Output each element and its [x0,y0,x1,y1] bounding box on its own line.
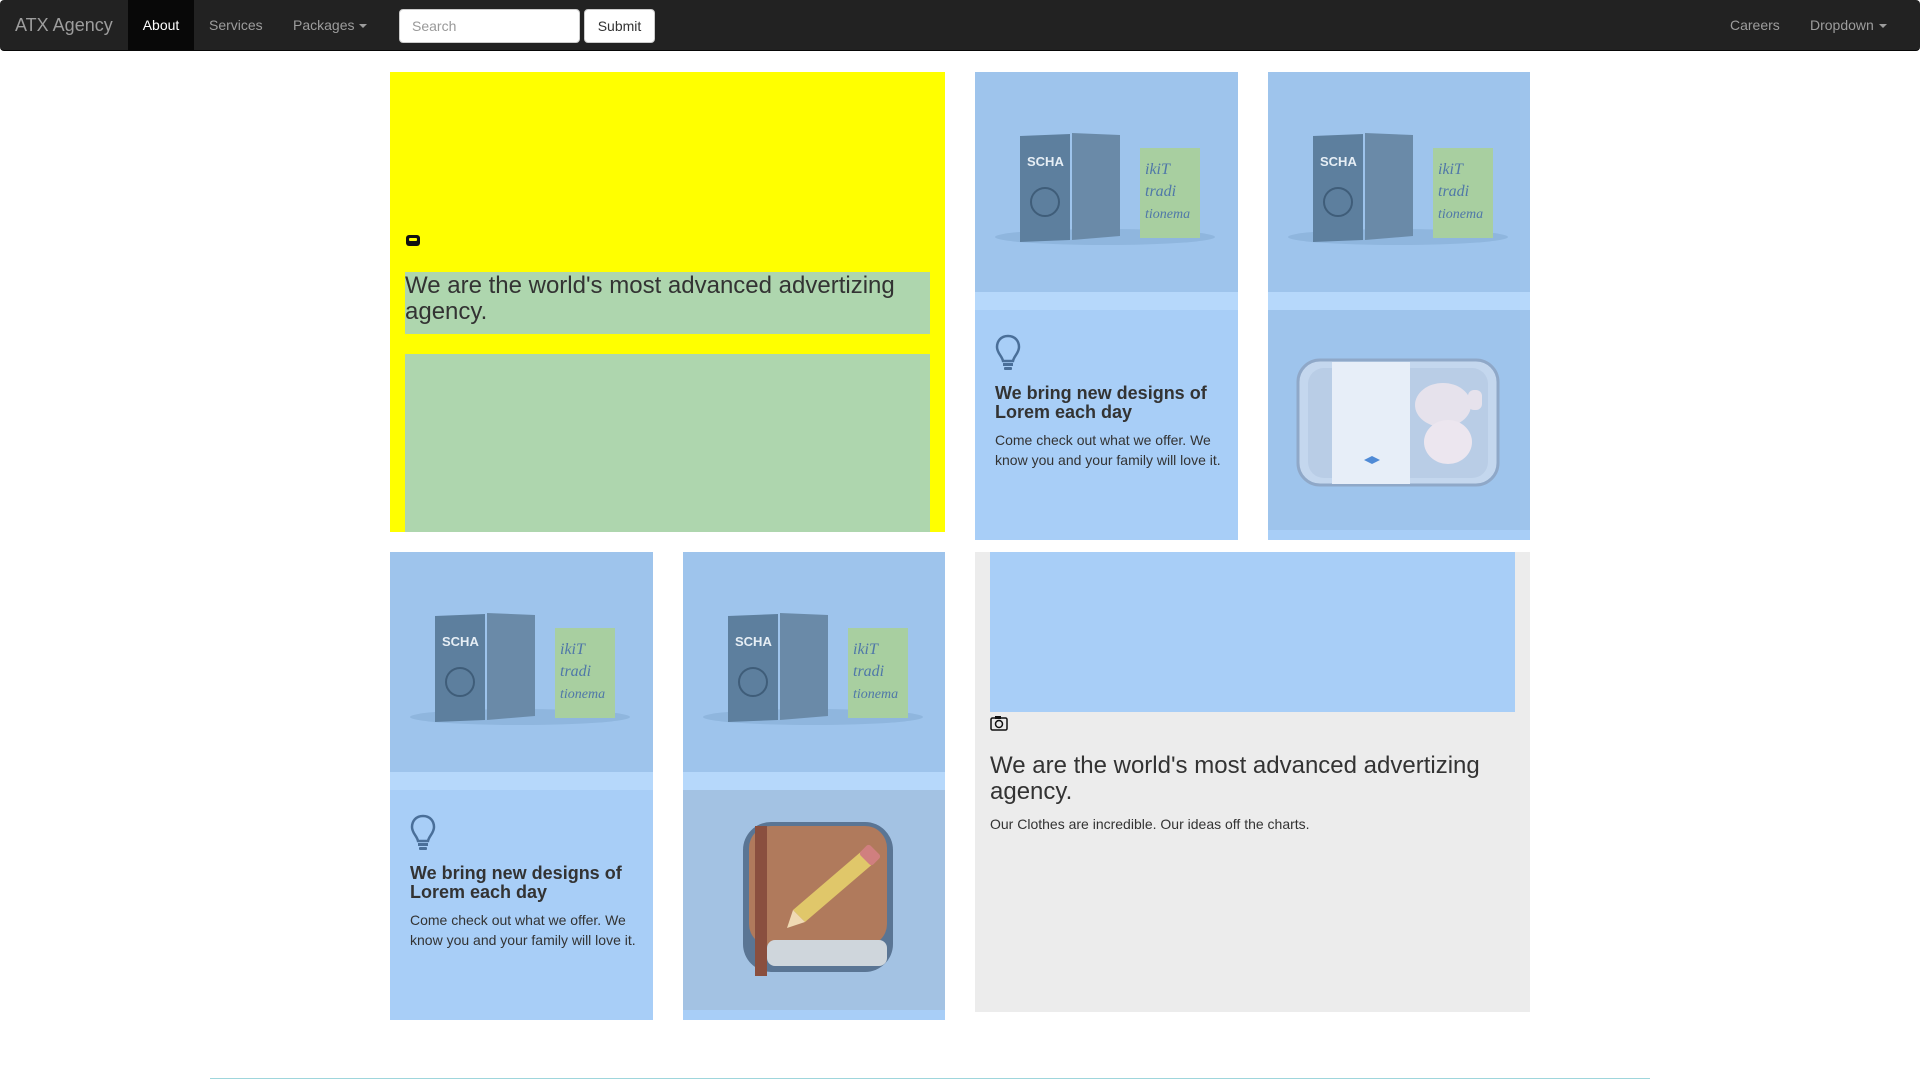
svg-text:tradi: tradi [853,663,884,680]
nav-dropdown[interactable]: Dropdown [1810,0,1887,51]
bag-icon [406,235,420,246]
hero-tile: We are the world's most advanced adverti… [390,72,945,532]
design-card-2: SCHA ikiT tradi tionema We bring new des… [390,552,653,1020]
card-divider [390,772,653,790]
svg-text:tionema: tionema [560,687,605,702]
card-text: Come check out what we offer. We know yo… [995,432,1221,468]
top-navbar: ATX Agency About Services Packages Submi… [0,0,1920,51]
lightbulb-icon [410,814,436,850]
footer-divider [210,1078,1650,1079]
svg-text:ikiT: ikiT [853,641,879,658]
card-divider [975,292,1238,310]
books-mockup-image: SCHA ikiT tradi tionema [1268,72,1530,292]
svg-text:SCHA: SCHA [1320,154,1357,169]
feature-tile: We are the world's most advanced adverti… [975,552,1530,1012]
card-text: Come check out what we offer. We know yo… [410,912,636,948]
card-divider [1268,292,1530,310]
svg-text:tradi: tradi [1438,183,1469,200]
image-card-2: SCHA ikiT tradi tionema [683,552,945,1020]
caret-down-icon [359,24,368,29]
nav-services[interactable]: Services [209,0,263,51]
design-card-1: SCHA ikiT tradi tionema We bring new des… [975,72,1238,540]
svg-text:ikiT: ikiT [1438,161,1464,178]
submit-button[interactable]: Submit [584,9,655,43]
svg-text:tionema: tionema [1145,207,1190,222]
image-card-1: SCHA ikiT tradi tionema [1268,72,1530,540]
notebook-pencil-image [683,790,945,1010]
card-heading: We bring new designs of Lorem each day [410,863,622,902]
card-divider [683,772,945,790]
books-mockup-image: SCHA ikiT tradi tionema [975,72,1238,292]
books-mockup-image: SCHA ikiT tradi tionema [683,552,945,772]
svg-text:tradi: tradi [560,663,591,680]
hero-heading: We are the world's most advanced adverti… [405,272,895,325]
books-mockup-image: SCHA ikiT tradi tionema [390,552,653,772]
chicken-package-image [1268,310,1530,530]
search-input[interactable] [399,9,580,43]
feature-text: Our Clothes are incredible. Our ideas of… [990,816,1310,832]
svg-text:SCHA: SCHA [735,634,772,649]
nav-packages-dropdown[interactable]: Packages [293,0,368,51]
svg-text:ikiT: ikiT [560,641,586,658]
svg-text:SCHA: SCHA [1027,154,1064,169]
camera-icon [990,716,1008,731]
svg-text:tradi: tradi [1145,183,1176,200]
nav-dropdown-label: Dropdown [1810,17,1874,33]
nav-packages-label: Packages [293,17,355,33]
caret-down-icon [1878,24,1887,29]
hero-content-box [405,354,930,532]
card-heading: We bring new designs of Lorem each day [995,383,1207,422]
svg-text:SCHA: SCHA [442,634,479,649]
lightbulb-icon [995,334,1021,370]
svg-text:tionema: tionema [1438,207,1483,222]
feature-image [990,552,1515,712]
nav-about[interactable]: About [128,0,194,51]
svg-text:tionema: tionema [853,687,898,702]
svg-text:ikiT: ikiT [1145,161,1171,178]
brand-logo[interactable]: ATX Agency [15,0,113,51]
feature-heading: We are the world's most advanced adverti… [990,752,1480,805]
nav-careers[interactable]: Careers [1730,0,1780,51]
